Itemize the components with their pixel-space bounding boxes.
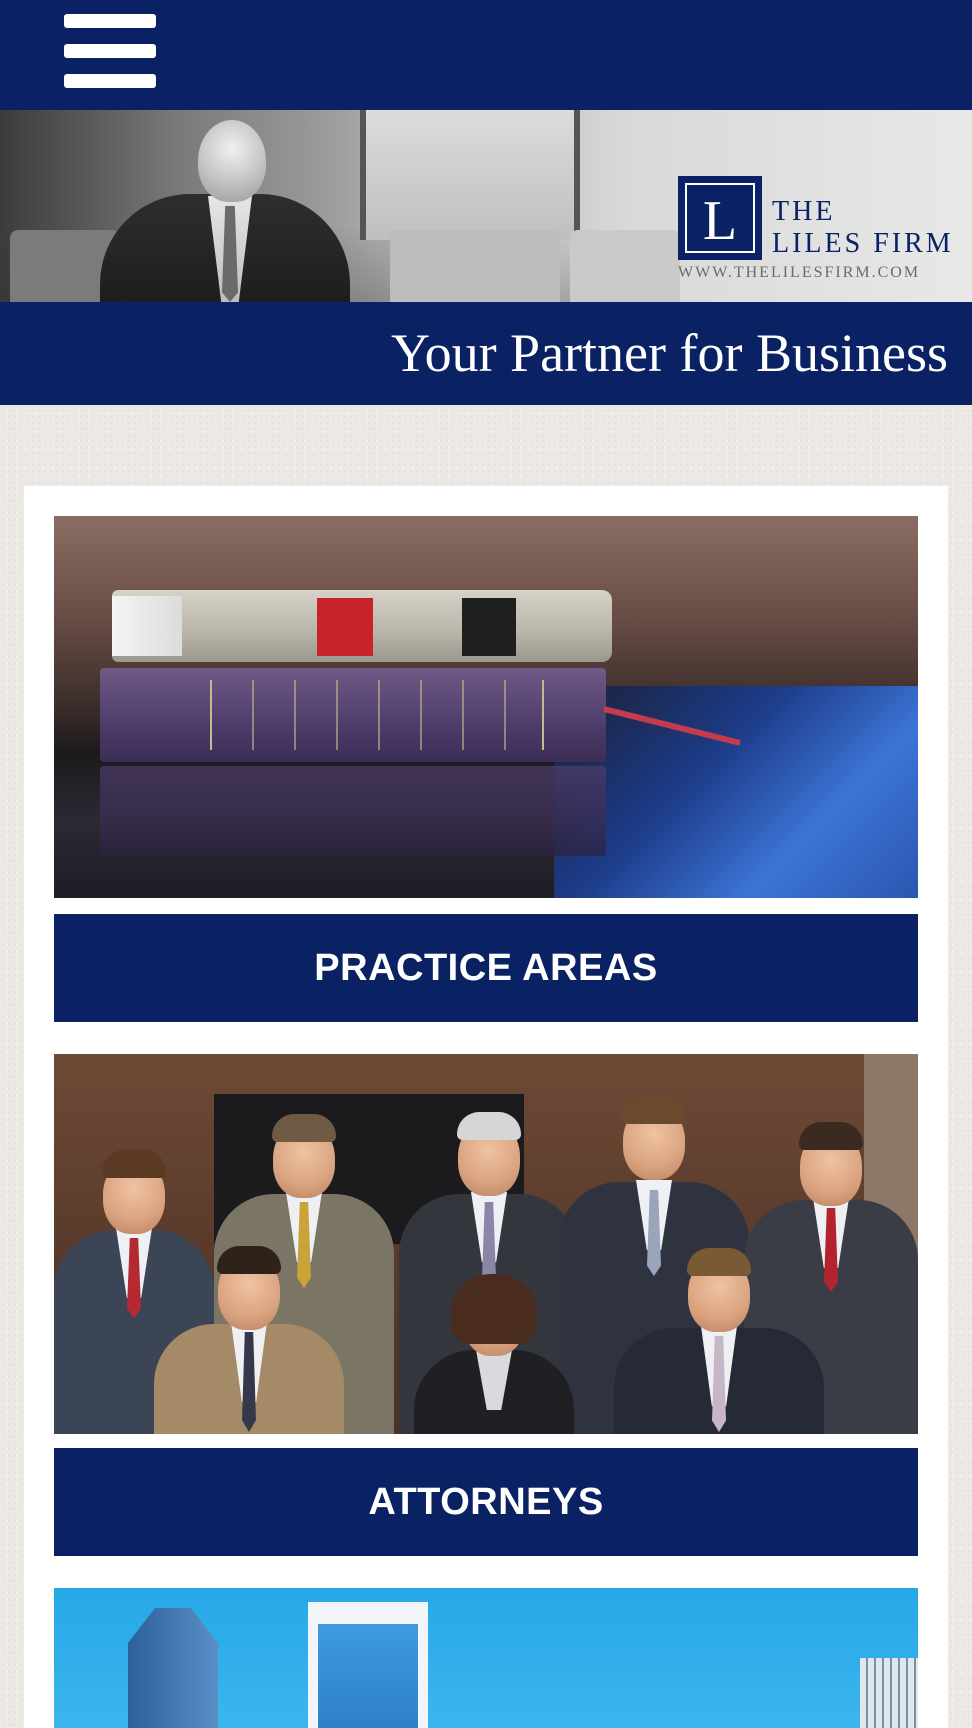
attorney-figure: [614, 1244, 824, 1434]
purple-law-book: [100, 668, 606, 762]
top-nav-bar: [0, 0, 972, 110]
logo-text-firm-name: LILES FIRM: [772, 228, 954, 259]
attorney-hair: [687, 1248, 751, 1276]
florida-cases-book: [112, 590, 612, 662]
book-pages: [112, 596, 182, 656]
hero-office-window: [360, 110, 580, 240]
menu-line: [64, 44, 156, 58]
law-books-photo[interactable]: [54, 516, 918, 898]
attorneys-group-photo[interactable]: [54, 1054, 918, 1434]
menu-line: [64, 14, 156, 28]
attorney-hair: [457, 1112, 521, 1140]
menu-line: [64, 74, 156, 88]
hero-banner: L THE LILES FIRM WWW.THELILESFIRM.COM: [0, 110, 972, 302]
attorney-hair: [217, 1246, 281, 1274]
attorney-hair: [102, 1150, 166, 1178]
attorney-hair: [799, 1122, 863, 1150]
book-spine-label-black: [462, 598, 516, 656]
attorney-hair: [451, 1274, 537, 1344]
book-spine-label-red: [317, 598, 373, 656]
logo-url: WWW.THELILESFIRM.COM: [678, 264, 921, 281]
hero-attorney-portrait: [90, 110, 350, 302]
logo-mark: L: [678, 176, 762, 260]
skyscraper: [308, 1602, 428, 1728]
office-chair: [570, 230, 680, 302]
attorney-hair: [272, 1114, 336, 1142]
attorneys-button[interactable]: ATTORNEYS: [54, 1448, 918, 1556]
attorney-figure: [154, 1234, 344, 1434]
logo-text-the: THE: [772, 196, 836, 227]
office-chair: [390, 230, 560, 302]
city-skyline-photo[interactable]: [54, 1588, 918, 1728]
logo-initial: L: [685, 183, 755, 253]
portrait-head: [198, 120, 266, 202]
table-reflection: [554, 686, 918, 898]
attorney-hair: [622, 1096, 686, 1124]
practice-areas-button[interactable]: PRACTICE AREAS: [54, 914, 918, 1022]
tagline-text: Your Partner for Business: [390, 323, 948, 383]
skyscraper: [128, 1608, 218, 1728]
attorney-figure: [414, 1274, 574, 1434]
hamburger-menu-icon[interactable]: [62, 12, 158, 92]
skyscraper: [860, 1658, 918, 1728]
firm-logo[interactable]: L THE LILES FIRM WWW.THELILESFIRM.COM: [676, 166, 956, 281]
tagline-bar: Your Partner for Business: [0, 302, 972, 405]
book-reflection: [100, 766, 606, 856]
